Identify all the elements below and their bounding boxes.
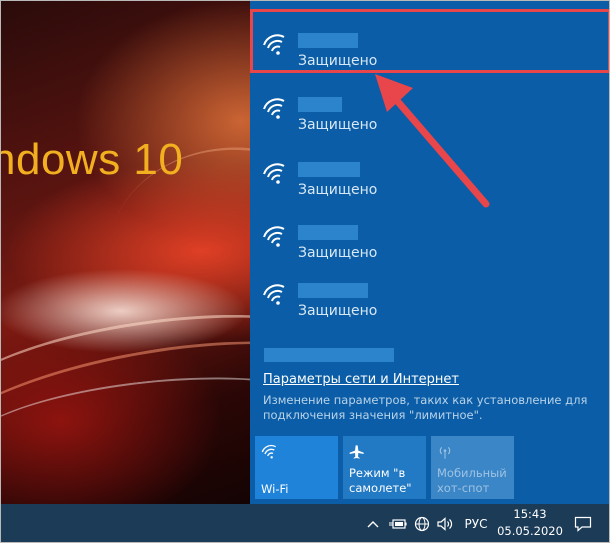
tile-label: Мобильный хот-спот — [437, 466, 507, 495]
battery-plug-icon — [389, 519, 407, 529]
network-status: Защищено — [298, 117, 378, 133]
hidden-text-bar — [264, 348, 394, 362]
clock-date: 05.05.2020 — [497, 524, 563, 538]
desktop-wallpaper: ndows 10 — [1, 1, 250, 504]
network-tray-button[interactable] — [411, 504, 433, 542]
wifi-icon — [263, 34, 285, 55]
clock-time: 15:43 — [513, 507, 547, 521]
tile-label: Режим "в самолете" — [349, 466, 412, 495]
network-settings-description: Изменение параметров, таких как установл… — [263, 393, 588, 422]
network-item-4[interactable]: Защищено — [250, 201, 609, 265]
network-name-hidden — [298, 283, 368, 298]
airplane-icon — [349, 445, 364, 459]
hotspot-icon — [439, 446, 451, 459]
taskbar: РУС 15:43 05.05.2020 — [1, 504, 609, 542]
tile-label: Wi-Fi — [261, 482, 289, 496]
network-item-3[interactable]: Защищено — [250, 138, 609, 202]
network-settings-link[interactable]: Параметры сети и Интернет — [263, 372, 459, 387]
network-name-hidden — [298, 225, 358, 240]
network-status: Защищено — [298, 53, 378, 69]
action-center-button[interactable] — [563, 504, 603, 542]
taskbar-clock[interactable]: 15:43 05.05.2020 — [495, 506, 565, 540]
volume-tray-button[interactable] — [435, 504, 457, 542]
network-name-hidden — [298, 162, 360, 177]
screenshot-frame: ndows 10 Защищено Защищено Защищено Защи… — [0, 0, 610, 543]
battery-tray-button[interactable] — [387, 504, 409, 542]
airplane-mode-tile[interactable]: Режим "в самолете" — [343, 436, 426, 499]
network-item-2[interactable]: Защищено — [250, 73, 609, 137]
wifi-icon — [263, 226, 285, 247]
chevron-up-icon — [367, 521, 379, 528]
wallpaper-text: ndows 10 — [1, 135, 184, 184]
network-flyout: Защищено Защищено Защищено Защищено Защи… — [250, 1, 609, 504]
wifi-toggle-tile[interactable]: Wi-Fi — [255, 436, 338, 499]
network-status: Защищено — [298, 182, 378, 198]
wifi-icon — [263, 284, 285, 305]
input-language[interactable]: РУС — [461, 504, 491, 542]
network-name-hidden — [298, 97, 342, 112]
globe-icon — [414, 516, 430, 532]
wifi-icon — [263, 98, 285, 119]
wifi-icon — [261, 444, 276, 459]
show-hidden-icons-button[interactable] — [363, 504, 383, 542]
network-item-1[interactable]: Защищено — [250, 9, 609, 73]
network-name-hidden — [298, 33, 358, 48]
network-item-5[interactable]: Защищено — [250, 259, 609, 323]
notification-icon — [574, 516, 592, 532]
network-status: Защищено — [298, 303, 378, 319]
speaker-icon — [437, 517, 453, 531]
mobile-hotspot-tile[interactable]: Мобильный хот-спот — [431, 436, 514, 499]
wifi-icon — [263, 163, 285, 184]
